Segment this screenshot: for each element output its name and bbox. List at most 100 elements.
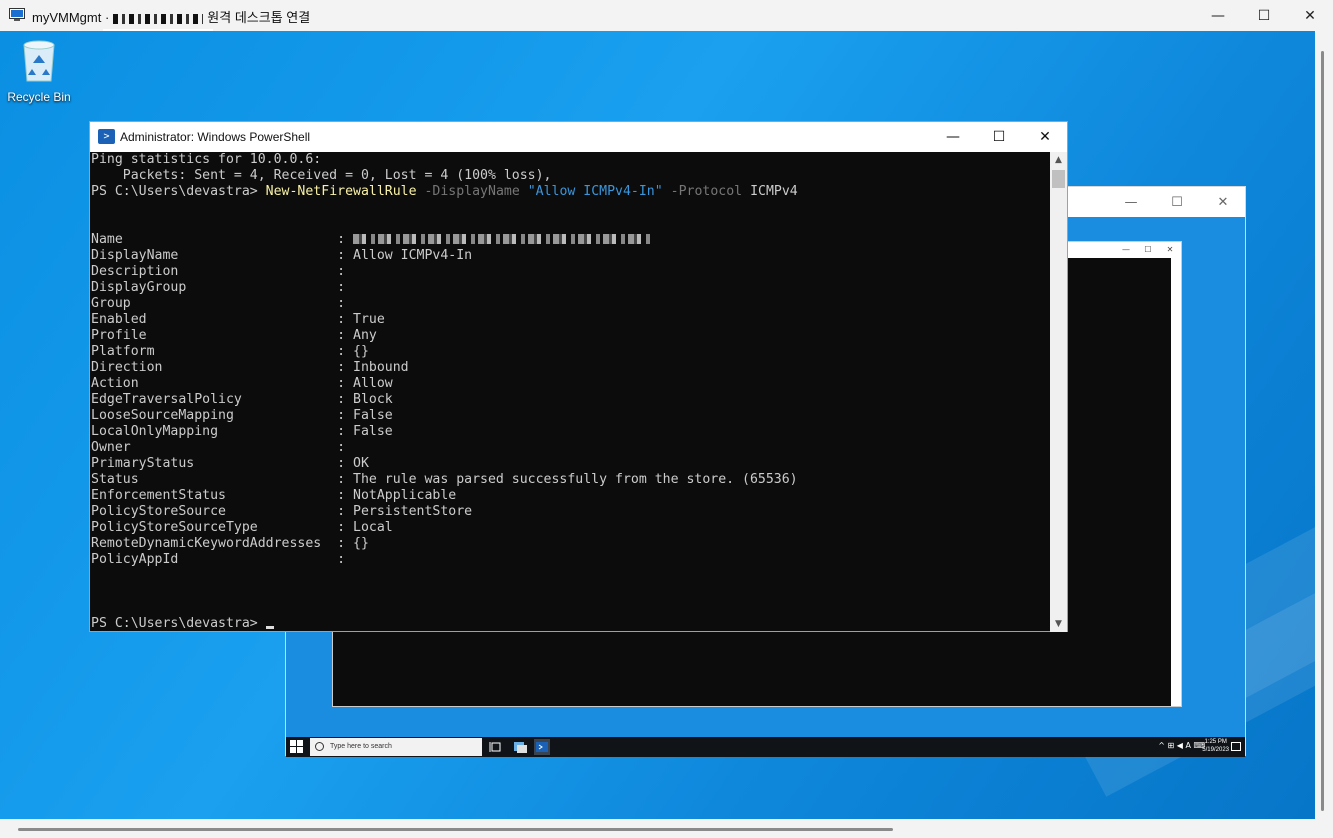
scroll-up-arrow-icon[interactable]: ▲	[1050, 152, 1067, 168]
property-row: RemoteDynamicKeywordAddresses : {}	[91, 536, 1052, 552]
clock-time: 1:25 PM	[1204, 739, 1227, 745]
text-cursor	[265, 626, 274, 629]
property-key: PrimaryStatus	[91, 456, 195, 471]
property-separator: :	[329, 520, 353, 535]
powershell-maximize-button[interactable]: ☐	[976, 122, 1022, 152]
search-icon	[315, 742, 324, 751]
rdp-vertical-scrollbar[interactable]	[1315, 31, 1333, 819]
property-key: DisplayName	[91, 248, 179, 263]
recycle-bin-shortcut[interactable]: Recycle Bin	[6, 39, 72, 104]
nested-maximize-button[interactable]: ☐	[1137, 242, 1159, 258]
scroll-down-arrow-icon[interactable]: ▼	[1050, 616, 1067, 632]
property-key: Direction	[91, 360, 163, 375]
powershell-taskbar-icon[interactable]	[534, 739, 550, 755]
property-separator: :	[329, 296, 353, 311]
nested-scrollbar[interactable]	[1171, 258, 1181, 706]
scroll-thumb[interactable]	[1052, 170, 1065, 188]
property-separator: :	[329, 488, 353, 503]
rdp-title-suffix: 원격 데스크톱 연결	[207, 10, 311, 25]
property-value: Block	[353, 392, 393, 407]
taskbar-search-box[interactable]: Type here to search	[310, 738, 482, 756]
powershell-icon: >	[98, 129, 115, 144]
property-value: Inbound	[353, 360, 409, 375]
redacted-rule-name	[353, 234, 653, 244]
rdp-window-title: myVMMgmt · 원격 데스크톱 연결	[32, 7, 310, 26]
property-separator: :	[329, 504, 353, 519]
task-view-icon[interactable]	[488, 739, 504, 755]
rdp-close-button[interactable]: ✕	[1287, 0, 1333, 31]
powershell-close-button[interactable]: ✕	[1022, 122, 1068, 152]
property-separator: :	[329, 536, 353, 551]
property-separator: :	[329, 360, 353, 375]
server-manager-icon[interactable]	[512, 739, 528, 755]
property-key: Group	[91, 296, 131, 311]
property-key: PolicyStoreSource	[91, 504, 226, 519]
property-key: Enabled	[91, 312, 147, 327]
property-key: Description	[91, 264, 179, 279]
rdp-hscroll-thumb[interactable]	[18, 828, 893, 831]
nested-minimize-button[interactable]: —	[1115, 242, 1137, 258]
property-value: Any	[353, 328, 377, 343]
property-separator: :	[329, 328, 353, 343]
rdp-title-prefix: myVMMgmt ·	[32, 10, 110, 25]
nested-close-button[interactable]: ✕	[1159, 242, 1181, 258]
rdp-horizontal-scrollbar[interactable]	[0, 819, 1333, 838]
property-value: OK	[353, 456, 369, 471]
property-key: DisplayGroup	[91, 280, 187, 295]
powershell-minimize-button[interactable]: —	[930, 122, 976, 152]
property-separator: :	[329, 376, 353, 391]
notification-icon[interactable]	[1231, 742, 1241, 751]
property-key: PolicyAppId	[91, 552, 179, 567]
powershell-window[interactable]: > Administrator: Windows PowerShell — ☐ …	[89, 121, 1068, 632]
property-key: Profile	[91, 328, 147, 343]
background-close-button[interactable]: ✕	[1200, 187, 1246, 217]
property-key: RemoteDynamicKeywordAddresses	[91, 536, 322, 551]
redacted-host	[113, 13, 204, 24]
property-key: Action	[91, 376, 139, 391]
property-row: Profile : Any	[91, 328, 1052, 344]
property-row: PolicyStoreSource : PersistentStore	[91, 504, 1052, 520]
property-row: Enabled : True	[91, 312, 1052, 328]
taskbar-clock[interactable]: 1:25 PM 5/19/2023	[1202, 738, 1229, 754]
property-value: Allow ICMPv4-In	[353, 248, 473, 263]
property-row: Owner :	[91, 440, 1052, 456]
nested-taskbar: Type here to search ^ ⊞ ◀ A ⌨ 1:25 PM 5/…	[286, 737, 1245, 757]
property-row: DisplayGroup :	[91, 280, 1052, 296]
property-value: PersistentStore	[353, 504, 473, 519]
remote-desktop-icon	[9, 8, 25, 21]
property-value: Local	[353, 520, 393, 535]
property-separator: :	[329, 232, 353, 247]
background-minimize-button[interactable]: —	[1108, 187, 1154, 217]
property-value: The rule was parsed successfully from th…	[353, 472, 798, 487]
background-maximize-button[interactable]: ☐	[1154, 187, 1200, 217]
property-separator: :	[329, 552, 353, 567]
final-prompt: PS C:\Users\devastra>	[91, 616, 266, 631]
property-separator: :	[329, 424, 353, 439]
property-row: PolicyAppId :	[91, 552, 1052, 568]
recycle-bin-label: Recycle Bin	[7, 90, 71, 104]
system-tray-icons[interactable]: ^ ⊞ ◀ A ⌨	[1158, 741, 1205, 750]
property-row: DisplayName : Allow ICMPv4-In	[91, 248, 1052, 264]
rdp-minimize-button[interactable]: —	[1195, 0, 1241, 31]
windows-start-icon[interactable]	[290, 740, 304, 754]
property-row: Status : The rule was parsed successfull…	[91, 472, 1052, 488]
final-prompt-line[interactable]: PS C:\Users\devastra>	[91, 616, 1052, 632]
powershell-title: Administrator: Windows PowerShell	[120, 130, 311, 144]
prompt: PS C:\Users\devastra>	[91, 184, 266, 199]
property-row: EdgeTraversalPolicy : Block	[91, 392, 1052, 408]
rdp-maximize-button[interactable]: ☐	[1241, 0, 1287, 31]
property-separator: :	[329, 472, 353, 487]
property-row: Direction : Inbound	[91, 360, 1052, 376]
property-key: LocalOnlyMapping	[91, 424, 219, 439]
command-line: PS C:\Users\devastra> New-NetFirewallRul…	[91, 184, 1052, 200]
powershell-scrollbar[interactable]: ▲ ▼	[1050, 152, 1067, 632]
property-row: Platform : {}	[91, 344, 1052, 360]
rdp-vscroll-thumb[interactable]	[1321, 51, 1324, 811]
powershell-console[interactable]: Ping statistics for 10.0.0.6: Packets: S…	[90, 152, 1052, 632]
property-separator: :	[329, 280, 353, 295]
